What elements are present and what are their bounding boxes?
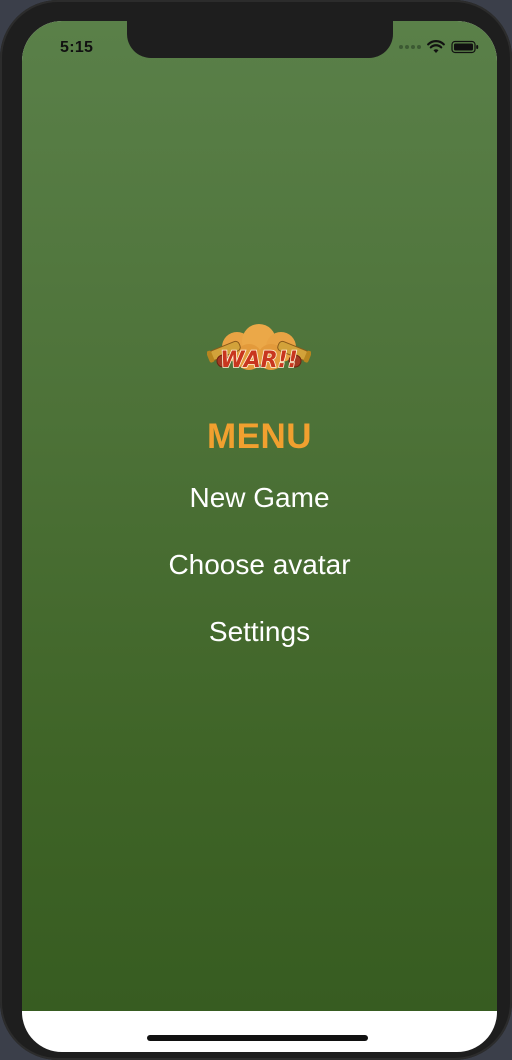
menu-background xyxy=(22,21,497,1011)
phone-screen: 5:15 WAR!! MENU New Game Choose avatar S… xyxy=(22,21,497,1052)
wifi-icon xyxy=(427,40,445,54)
phone-frame: 5:15 WAR!! MENU New Game Choose avatar S… xyxy=(0,0,512,1060)
device-notch xyxy=(127,21,393,58)
status-time: 5:15 xyxy=(60,39,94,56)
menu-title: MENU xyxy=(206,417,313,456)
svg-text:WAR!!: WAR!! xyxy=(220,348,298,373)
cellular-signal-icon xyxy=(399,45,421,49)
choose-avatar-button[interactable]: Choose avatar xyxy=(22,549,497,581)
settings-button[interactable]: Settings xyxy=(22,616,497,648)
war-logo-icon: WAR!! xyxy=(206,324,312,374)
war-logo: WAR!! xyxy=(206,321,312,377)
new-game-button[interactable]: New Game xyxy=(22,482,497,514)
battery-icon xyxy=(451,40,479,54)
status-indicators xyxy=(399,40,479,54)
home-indicator[interactable] xyxy=(147,1035,368,1041)
